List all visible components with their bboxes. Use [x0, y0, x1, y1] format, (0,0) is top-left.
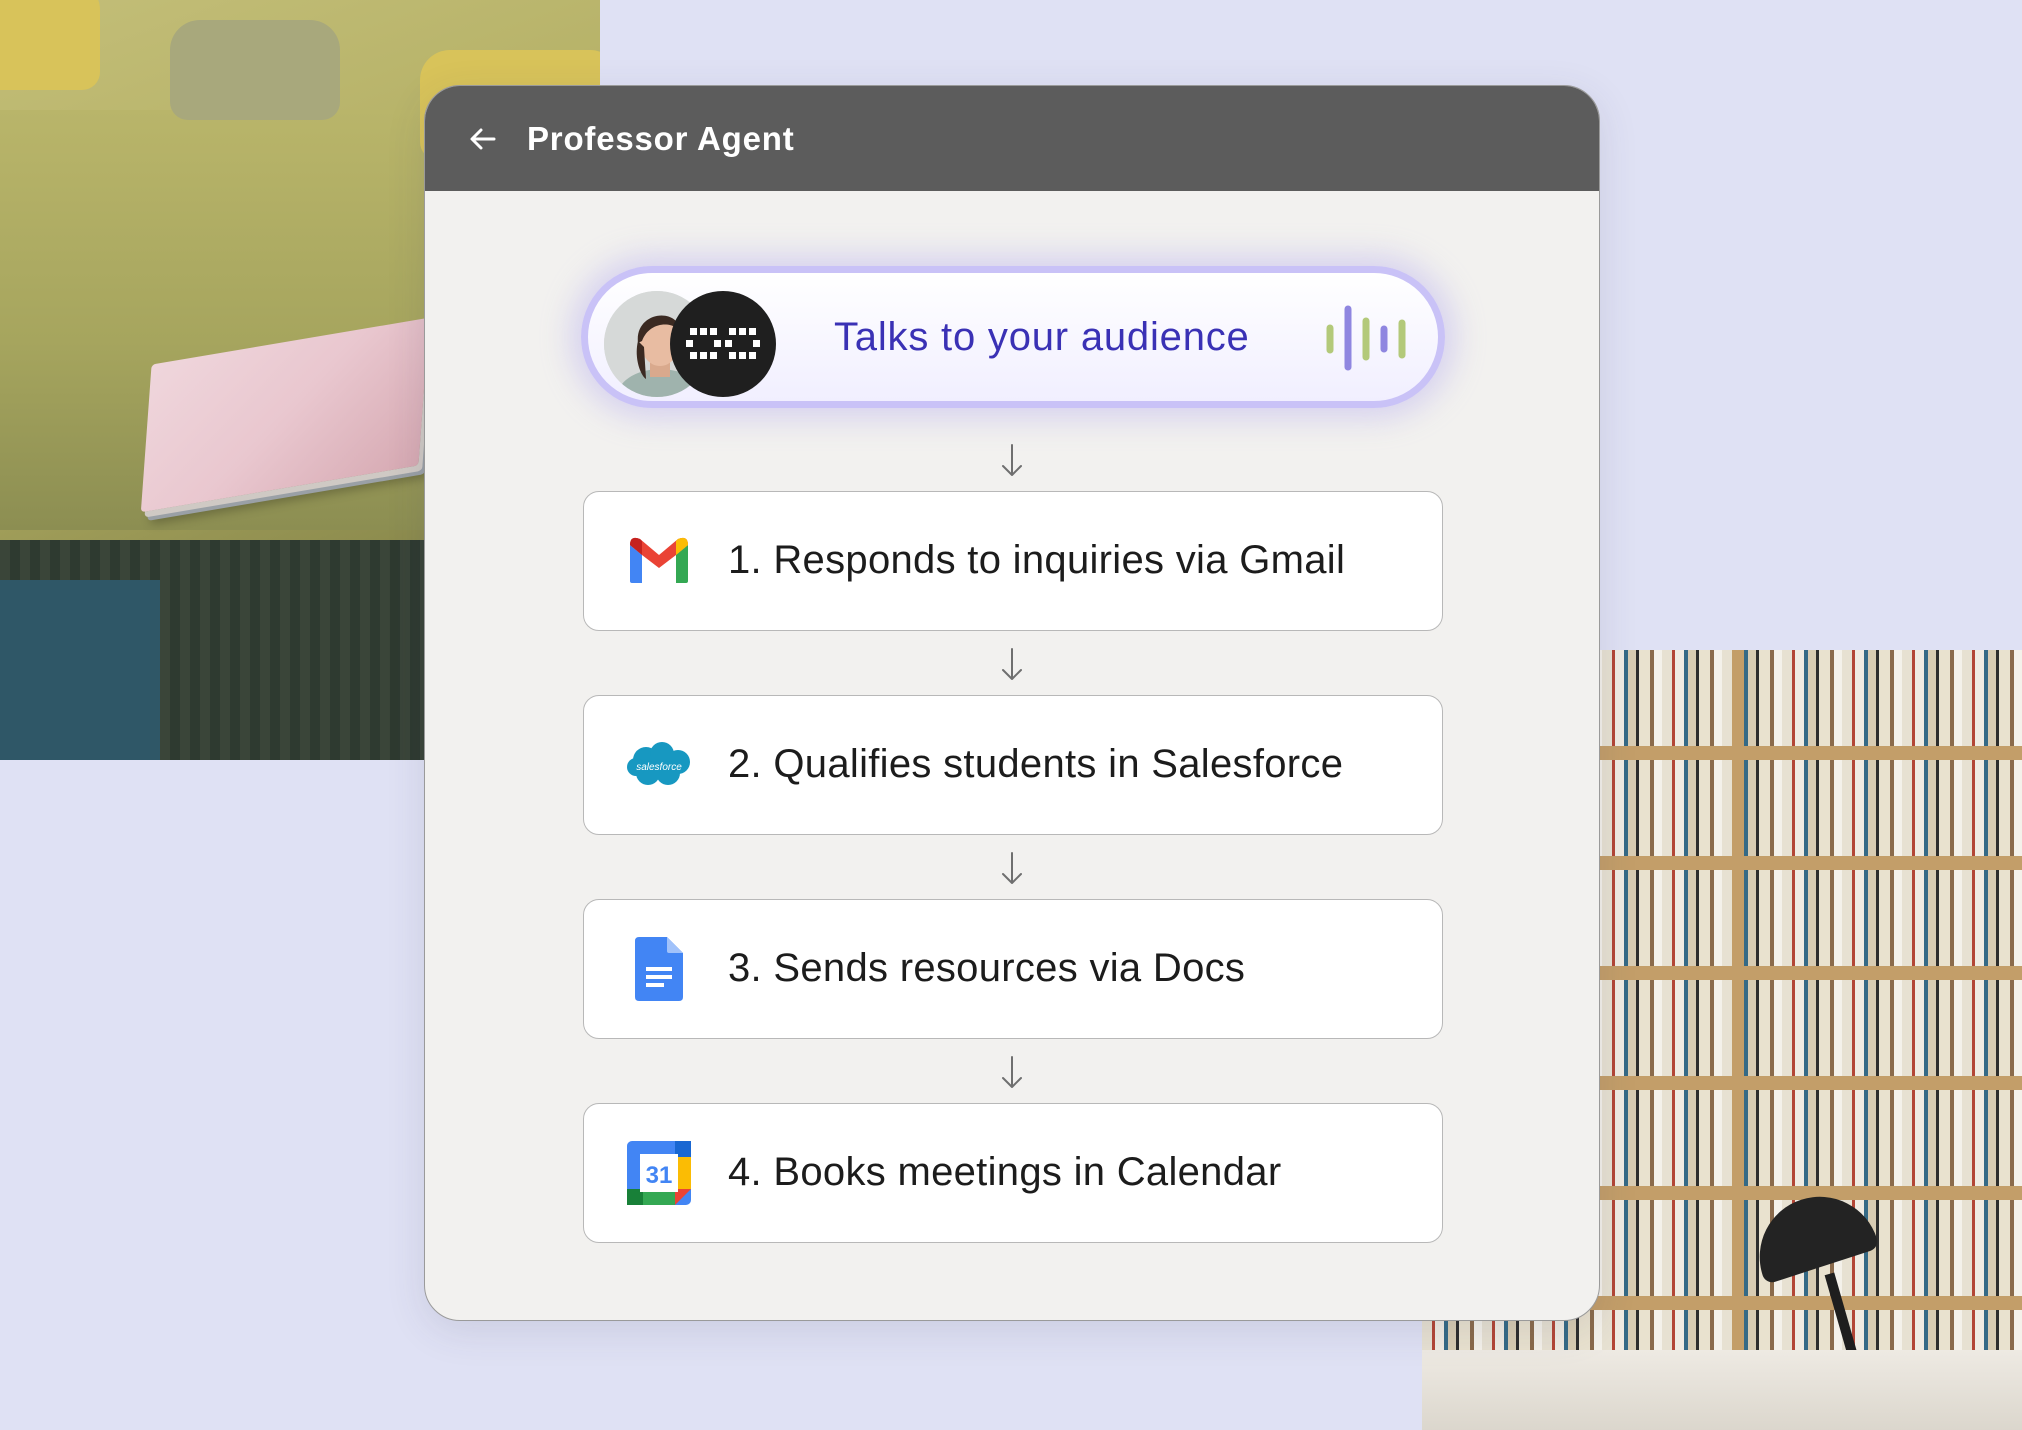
- step-label: 4. Books meetings in Calendar: [728, 1150, 1282, 1194]
- back-button[interactable]: [461, 117, 505, 161]
- google-docs-icon: [626, 937, 692, 1001]
- workflow-step-gmail[interactable]: 1. Responds to inquiries via Gmail: [583, 491, 1443, 631]
- agent-logo-icon: [670, 291, 776, 397]
- step-label: 3. Sends resources via Docs: [728, 946, 1246, 990]
- google-calendar-icon: 31: [626, 1141, 692, 1205]
- arrow-left-icon: [470, 128, 496, 149]
- workflow-step-docs[interactable]: 3. Sends resources via Docs: [583, 899, 1443, 1039]
- trigger-label: Talks to your audience: [834, 314, 1250, 359]
- trigger-pill[interactable]: Talks to your audience: [581, 266, 1445, 408]
- workflow-step-salesforce[interactable]: salesforce 2. Qualifies students in Sale…: [583, 695, 1443, 835]
- svg-text:31: 31: [646, 1162, 673, 1189]
- svg-text:salesforce: salesforce: [636, 762, 682, 773]
- flow-arrow-down-icon: [1002, 1056, 1022, 1088]
- step-label: 1. Responds to inquiries via Gmail: [728, 538, 1346, 582]
- agent-title: Professor Agent: [527, 119, 795, 157]
- voice-waveform-icon: [1326, 305, 1406, 371]
- workflow-step-calendar[interactable]: 31 4. Books meetings in Calendar: [583, 1103, 1443, 1243]
- salesforce-icon: salesforce: [626, 736, 692, 792]
- agent-workflow-card: Professor Agent Talks to your audience 1…: [424, 85, 1600, 1321]
- gmail-icon: [626, 532, 692, 588]
- card-header: Professor Agent: [425, 86, 1599, 191]
- flow-arrow-down-icon: [1002, 852, 1022, 884]
- flow-arrow-down-icon: [1002, 648, 1022, 680]
- flow-arrow-down-icon: [1002, 444, 1022, 476]
- step-label: 2. Qualifies students in Salesforce: [728, 742, 1344, 786]
